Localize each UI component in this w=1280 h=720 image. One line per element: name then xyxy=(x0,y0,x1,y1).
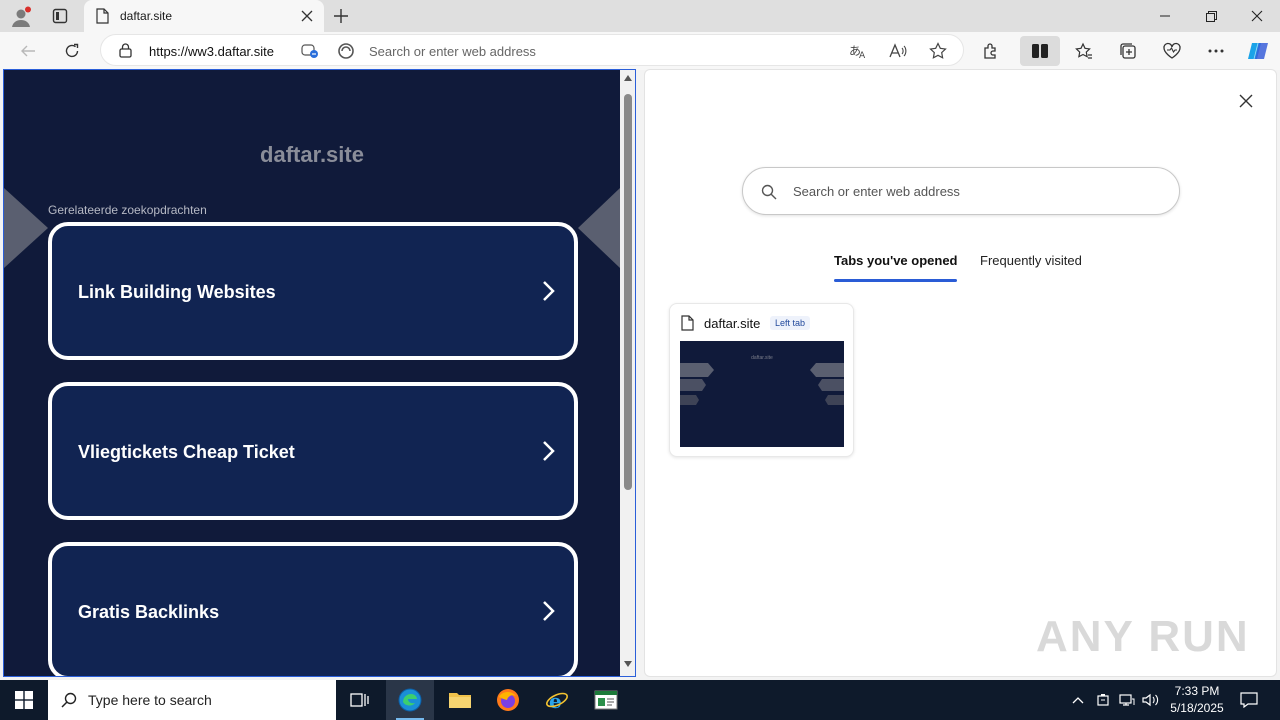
search-engine-icon[interactable] xyxy=(337,42,355,60)
close-tab-icon[interactable] xyxy=(301,10,313,22)
left-arrow-decoration xyxy=(4,188,48,268)
right-split-pane[interactable]: Search or enter web address Tabs you've … xyxy=(644,69,1277,677)
back-icon[interactable] xyxy=(14,37,42,65)
show-hidden-icons[interactable] xyxy=(1068,680,1088,720)
browser-tab-daftar[interactable]: daftar.site xyxy=(84,0,324,32)
clock-time: 7:33 PM xyxy=(1174,684,1220,698)
opened-tab-card[interactable]: daftar.site Left tab daftar.site xyxy=(669,303,854,457)
search-card-label: Vliegtickets Cheap Ticket xyxy=(78,442,295,462)
vertical-scrollbar[interactable] xyxy=(620,70,635,676)
site-title: daftar.site xyxy=(260,142,364,167)
edge-icon xyxy=(398,688,422,712)
taskbar-file-explorer[interactable] xyxy=(436,680,484,720)
page-icon xyxy=(681,315,694,331)
left-tab-badge: Left tab xyxy=(770,316,811,330)
left-split-pane[interactable]: daftar.site Gerelateerde zoekopdrachten … xyxy=(3,69,636,677)
search-icon xyxy=(761,184,777,200)
new-tab-search-placeholder: Search or enter web address xyxy=(793,184,960,199)
tab-title: daftar.site xyxy=(120,9,173,23)
new-tab-search-box[interactable]: Search or enter web address xyxy=(742,167,1180,215)
search-icon xyxy=(61,692,77,708)
opened-tab-title: daftar.site xyxy=(704,316,761,331)
taskbar-search-placeholder: Type here to search xyxy=(88,692,212,708)
task-view-button[interactable] xyxy=(336,680,384,720)
refresh-icon[interactable] xyxy=(58,37,86,65)
search-card-label: Link Building Websites xyxy=(78,282,276,302)
lock-icon[interactable] xyxy=(119,43,132,58)
split-screen-icon[interactable] xyxy=(1020,36,1060,66)
tray-network[interactable] xyxy=(1116,680,1138,720)
tab-tabs-opened[interactable]: Tabs you've opened xyxy=(834,253,958,268)
scrollbar-thumb[interactable] xyxy=(624,94,632,490)
scroll-up-icon[interactable] xyxy=(624,75,632,81)
tab-actions-icon[interactable] xyxy=(52,8,68,24)
close-window-button[interactable] xyxy=(1234,0,1280,32)
start-button[interactable] xyxy=(0,680,48,720)
tab-thumbnail: daftar.site xyxy=(680,341,844,447)
active-tab-indicator xyxy=(834,279,957,282)
collections-icon[interactable] xyxy=(1114,37,1142,65)
web-page-content: daftar.site Gerelateerde zoekopdrachten … xyxy=(4,70,620,676)
folder-icon xyxy=(449,693,471,708)
taskbar-firefox[interactable] xyxy=(484,680,532,720)
copilot-icon[interactable] xyxy=(1244,37,1272,65)
related-searches-label: Gerelateerde zoekopdrachten xyxy=(48,203,207,217)
site-permissions-icon[interactable] xyxy=(301,43,319,59)
device-icon xyxy=(1097,694,1109,706)
thumbnail-right-decoration xyxy=(810,363,844,405)
taskbar-internet-explorer[interactable]: e xyxy=(533,680,581,720)
notifications-button[interactable] xyxy=(1234,680,1264,720)
favorites-icon[interactable] xyxy=(1070,37,1098,65)
address-placeholder: Search or enter web address xyxy=(369,44,536,59)
title-bar: daftar.site xyxy=(0,0,1280,32)
network-icon xyxy=(1119,694,1135,706)
search-card-3[interactable]: Gratis Backlinks xyxy=(48,542,578,676)
extensions-icon[interactable] xyxy=(977,37,1005,65)
internet-explorer-icon: e xyxy=(546,689,568,712)
taskbar: Type here to search e 7:33 PM 5/18/2025 xyxy=(0,680,1280,720)
page-icon xyxy=(96,8,109,24)
windows-icon xyxy=(15,691,33,709)
browser-toolbar: https://ww3.daftar.site Search or enter … xyxy=(0,32,1280,70)
profile-icon[interactable] xyxy=(10,6,32,28)
browser-essentials-icon[interactable] xyxy=(1158,37,1186,65)
tray-device[interactable] xyxy=(1093,680,1113,720)
taskbar-edge[interactable] xyxy=(386,680,434,720)
thumbnail-title: daftar.site xyxy=(751,355,773,361)
chevron-up-icon xyxy=(1072,697,1084,704)
translate-icon[interactable]: あA xyxy=(849,43,867,59)
close-split-icon[interactable] xyxy=(1239,94,1253,108)
taskbar-clock[interactable]: 7:33 PM 5/18/2025 xyxy=(1162,683,1232,717)
restore-button[interactable] xyxy=(1188,0,1234,32)
right-arrow-decoration xyxy=(578,188,620,268)
task-view-icon xyxy=(350,693,369,707)
taskbar-search-box[interactable]: Type here to search xyxy=(48,680,336,720)
chevron-right-icon xyxy=(543,441,555,461)
notification-icon xyxy=(1240,692,1258,708)
more-options-icon[interactable] xyxy=(1202,37,1230,65)
search-card-2[interactable]: Vliegtickets Cheap Ticket xyxy=(48,382,578,520)
volume-icon xyxy=(1142,693,1159,707)
tab-frequently-visited[interactable]: Frequently visited xyxy=(980,253,1082,268)
tray-volume[interactable] xyxy=(1140,680,1162,720)
search-card-label: Gratis Backlinks xyxy=(78,602,220,622)
thumbnail-left-decoration xyxy=(680,363,714,405)
read-aloud-icon[interactable] xyxy=(889,43,907,59)
chevron-right-icon xyxy=(543,281,555,301)
chevron-right-icon xyxy=(543,601,555,621)
svg-text:e: e xyxy=(549,689,562,712)
minimize-button[interactable] xyxy=(1142,0,1188,32)
search-card-1[interactable]: Link Building Websites xyxy=(48,222,578,360)
taskbar-app-window[interactable] xyxy=(582,680,630,720)
clock-date: 5/18/2025 xyxy=(1170,701,1224,715)
new-tab-icon[interactable] xyxy=(333,8,349,24)
firefox-icon xyxy=(497,689,519,711)
address-bar[interactable]: https://ww3.daftar.site Search or enter … xyxy=(100,34,964,66)
svg-text:A: A xyxy=(859,51,866,59)
watermark: ANY RUN xyxy=(1036,612,1250,661)
favorite-star-icon[interactable] xyxy=(929,42,947,60)
scroll-down-icon[interactable] xyxy=(624,661,632,667)
app-window-icon xyxy=(594,690,618,710)
url-text[interactable]: https://ww3.daftar.site xyxy=(149,44,274,59)
